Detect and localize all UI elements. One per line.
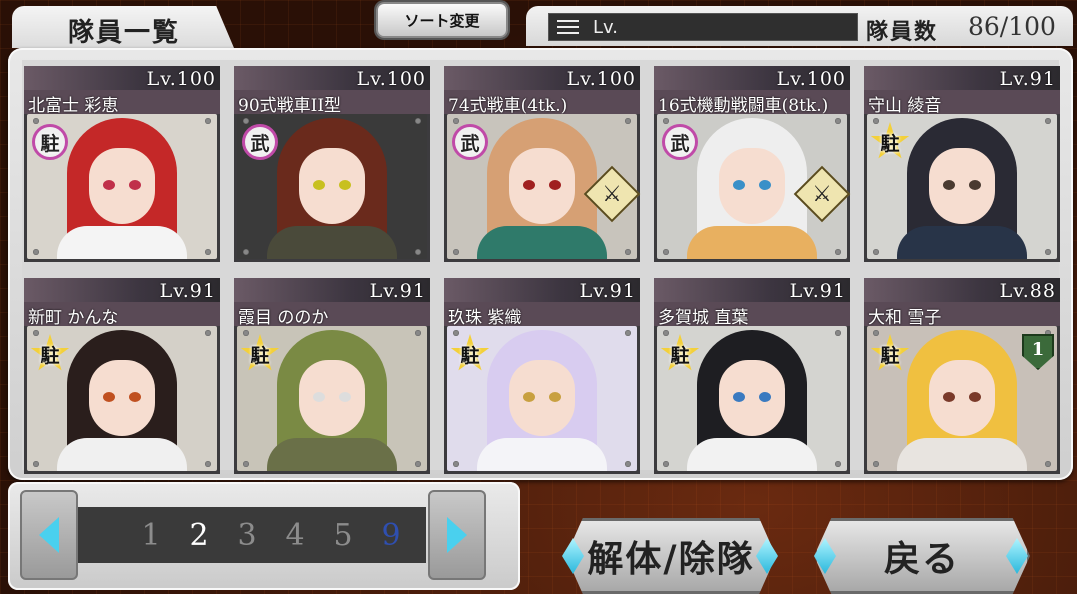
member-level: Lv.88 xyxy=(999,280,1056,302)
role-badge: 武 xyxy=(660,122,700,162)
member-level: Lv.91 xyxy=(999,68,1056,90)
arrow-right-icon xyxy=(447,517,467,553)
member-card[interactable]: Lv.100 74式戦車(4tk.) 武 ⚔ xyxy=(444,66,641,262)
page-number[interactable]: 2 xyxy=(186,518,212,553)
role-badge: 駐 xyxy=(870,334,910,374)
member-card[interactable]: Lv.91 多賀城 直葉 駐 xyxy=(654,278,850,474)
member-count-label: 隊員数 xyxy=(866,19,939,45)
member-level: Lv.100 xyxy=(356,68,426,90)
member-level: Lv.100 xyxy=(146,68,216,90)
filter-label: Lv. xyxy=(593,16,619,38)
member-name: 74式戦車(4tk.) xyxy=(448,96,568,116)
role-badge: 武 xyxy=(240,122,280,162)
role-badge: 駐 xyxy=(30,334,70,374)
page-number-strip: 123459 xyxy=(78,507,426,563)
member-level: Lv.100 xyxy=(566,68,636,90)
member-grid: Lv.100 北富士 彩恵 駐 Lv.100 90式戦車II型 武 Lv.100… xyxy=(22,60,1060,474)
page-title: 隊員一覧 xyxy=(68,18,181,48)
member-level: Lv.91 xyxy=(159,280,216,302)
member-name: 16式機動戦闘車(8tk.) xyxy=(658,96,829,116)
page-number[interactable]: 4 xyxy=(282,518,308,553)
member-name: 玖珠 紫織 xyxy=(448,308,522,328)
member-name: 多賀城 直葉 xyxy=(658,308,749,328)
member-card[interactable]: Lv.91 新町 かんな 駐 xyxy=(24,278,220,474)
title-tab: 隊員一覧 xyxy=(12,6,234,48)
page-number[interactable]: 9 xyxy=(378,518,404,553)
role-badge: 駐 xyxy=(30,122,70,162)
member-name: 大和 雪子 xyxy=(868,308,942,328)
member-name: 守山 綾音 xyxy=(868,96,942,116)
member-card[interactable]: Lv.91 霞目 ののか 駐 xyxy=(234,278,430,474)
member-card[interactable]: Lv.100 90式戦車II型 武 xyxy=(234,66,430,262)
member-count-value: 86/100 xyxy=(968,12,1056,41)
page-number[interactable]: 1 xyxy=(138,518,164,553)
member-level: Lv.91 xyxy=(579,280,636,302)
prev-page-button[interactable] xyxy=(20,490,78,580)
arrow-left-icon xyxy=(39,517,59,553)
member-name: 霞目 ののか xyxy=(238,308,329,328)
member-card[interactable]: Lv.91 玖珠 紫織 駐 xyxy=(444,278,640,474)
page-number[interactable]: 3 xyxy=(234,518,260,553)
next-page-button[interactable] xyxy=(428,490,486,580)
member-card[interactable]: Lv.100 北富士 彩恵 駐 xyxy=(24,66,220,262)
role-badge: 駐 xyxy=(450,334,490,374)
menu-icon xyxy=(557,20,579,34)
role-badge: 武 xyxy=(450,122,490,162)
member-level: Lv.91 xyxy=(789,280,846,302)
member-level: Lv.100 xyxy=(776,68,846,90)
sort-button[interactable]: ソート変更 xyxy=(376,2,508,38)
member-card[interactable]: Lv.88 大和 雪子 駐 1 xyxy=(864,278,1060,474)
member-card[interactable]: Lv.91 守山 綾音 駐 xyxy=(864,66,1060,262)
member-name: 90式戦車II型 xyxy=(238,96,342,116)
role-badge: 駐 xyxy=(870,122,910,162)
role-badge: 駐 xyxy=(660,334,700,374)
page-number[interactable]: 5 xyxy=(330,518,356,553)
member-level: Lv.91 xyxy=(369,280,426,302)
level-filter[interactable]: Lv. xyxy=(548,13,858,41)
member-card[interactable]: Lv.100 16式機動戦闘車(8tk.) 武 ⚔ xyxy=(654,66,851,262)
member-name: 新町 かんな xyxy=(28,308,119,328)
back-button[interactable]: 戻る xyxy=(814,518,1030,594)
member-list-frame: Lv.100 北富士 彩恵 駐 Lv.100 90式戦車II型 武 Lv.100… xyxy=(8,48,1073,480)
role-badge: 駐 xyxy=(240,334,280,374)
dismiss-button[interactable]: 解体/除隊 xyxy=(566,518,776,594)
member-name: 北富士 彩恵 xyxy=(28,96,119,116)
